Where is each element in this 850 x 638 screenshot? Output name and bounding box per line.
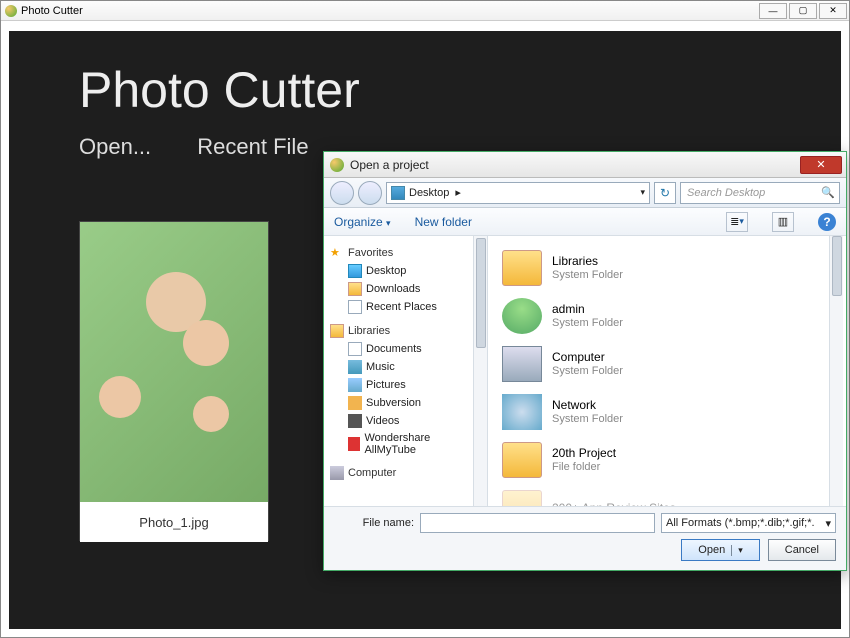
filename-label: File name: <box>334 517 414 529</box>
tree-item-desktop[interactable]: Desktop <box>326 262 471 280</box>
search-icon: 🔍 <box>821 186 835 199</box>
app-window: Photo Cutter — ▢ ✕ Photo Cutter Open... … <box>0 0 850 638</box>
app-body: Photo Cutter Open... Recent File Photo_1… <box>9 31 841 629</box>
libraries-icon <box>330 324 344 338</box>
nav-back-button[interactable] <box>330 181 354 205</box>
tree-item-music[interactable]: Music <box>326 358 471 376</box>
computer-large-icon <box>502 346 542 382</box>
app-icon <box>5 5 17 17</box>
tree-item-videos[interactable]: Videos <box>326 412 471 430</box>
videos-icon <box>348 414 362 428</box>
libraries-large-icon <box>502 250 542 286</box>
music-icon <box>348 360 362 374</box>
computer-section: Computer <box>326 466 471 480</box>
folder-large-icon <box>502 490 542 506</box>
filename-input[interactable] <box>420 513 655 533</box>
tree-item-downloads[interactable]: Downloads <box>326 280 471 298</box>
network-large-icon <box>502 394 542 430</box>
hero-title: Photo Cutter <box>79 61 841 119</box>
dialog-titlebar: Open a project ✕ <box>324 152 846 178</box>
folder-tree: ★Favorites Desktop Downloads Recent Plac… <box>324 236 474 506</box>
tree-item-documents[interactable]: Documents <box>326 340 471 358</box>
help-button[interactable]: ? <box>818 213 836 231</box>
recent-thumb[interactable]: Photo_1.jpg <box>79 221 269 541</box>
nav-forward-button[interactable] <box>358 181 382 205</box>
chevron-down-icon: ▾ <box>825 517 831 530</box>
dialog-toolbar: Organize ▾ New folder ≣ ▾ ▥ ? <box>324 208 846 236</box>
dialog-title: Open a project <box>350 158 429 172</box>
file-item-computer[interactable]: ComputerSystem Folder <box>496 340 838 388</box>
libraries-section: Libraries Documents Music Pictures Subve… <box>326 324 471 458</box>
computer-icon <box>330 466 344 480</box>
user-large-icon <box>502 298 542 334</box>
folder-icon <box>348 282 362 296</box>
computer-header[interactable]: Computer <box>330 466 471 480</box>
window-title: Photo Cutter <box>21 5 83 17</box>
thumb-image <box>80 222 268 502</box>
minimize-button[interactable]: — <box>759 3 787 19</box>
refresh-button[interactable]: ↻ <box>654 182 676 204</box>
preview-pane-button[interactable]: ▥ <box>772 212 794 232</box>
file-format-dropdown[interactable]: All Formats (*.bmp;*.dib;*.gif;*.▾ <box>661 513 836 533</box>
path-label: Desktop <box>409 187 449 199</box>
file-item-cutoff[interactable]: 200+ App Review Sites <box>496 484 838 506</box>
subversion-icon <box>348 396 362 410</box>
app-icon-small <box>348 437 360 451</box>
tree-item-pictures[interactable]: Pictures <box>326 376 471 394</box>
file-list-scrollbar[interactable] <box>829 236 843 506</box>
dialog-body: ★Favorites Desktop Downloads Recent Plac… <box>324 236 846 506</box>
path-dropdown-icon[interactable]: ▾ <box>640 187 645 198</box>
folder-large-icon <box>502 442 542 478</box>
star-icon: ★ <box>330 246 344 260</box>
file-list: LibrariesSystem Folder adminSystem Folde… <box>488 236 846 506</box>
titlebar: Photo Cutter — ▢ ✕ <box>1 1 849 21</box>
libraries-header[interactable]: Libraries <box>330 324 471 338</box>
path-breadcrumb[interactable]: Desktop ▸ ▾ <box>386 182 650 204</box>
desktop-icon <box>348 264 362 278</box>
file-item-libraries[interactable]: LibrariesSystem Folder <box>496 244 838 292</box>
tree-item-wondershare[interactable]: Wondershare AllMyTube <box>326 430 471 458</box>
file-item-network[interactable]: NetworkSystem Folder <box>496 388 838 436</box>
open-file-dialog: Open a project ✕ Desktop ▸ ▾ ↻ Search De… <box>323 151 847 571</box>
dialog-close-button[interactable]: ✕ <box>800 156 842 174</box>
tree-item-subversion[interactable]: Subversion <box>326 394 471 412</box>
desktop-icon <box>391 186 405 200</box>
recent-action[interactable]: Recent File <box>197 134 308 159</box>
tree-item-recent-places[interactable]: Recent Places <box>326 298 471 316</box>
thumb-filename: Photo_1.jpg <box>80 502 268 542</box>
file-item-20th-project[interactable]: 20th ProjectFile folder <box>496 436 838 484</box>
dialog-nav: Desktop ▸ ▾ ↻ Search Desktop 🔍 <box>324 178 846 208</box>
open-split-icon[interactable]: ▾ <box>731 545 743 556</box>
chevron-right-icon: ▸ <box>455 186 461 199</box>
view-mode-button[interactable]: ≣ ▾ <box>726 212 748 232</box>
search-placeholder-text: Search Desktop <box>687 187 765 199</box>
file-item-admin[interactable]: adminSystem Folder <box>496 292 838 340</box>
close-button[interactable]: ✕ <box>819 3 847 19</box>
favorites-header[interactable]: ★Favorites <box>330 246 471 260</box>
cancel-button[interactable]: Cancel <box>768 539 836 561</box>
new-folder-button[interactable]: New folder <box>415 215 472 229</box>
dialog-footer: File name: All Formats (*.bmp;*.dib;*.gi… <box>324 506 846 570</box>
documents-icon <box>348 342 362 356</box>
dialog-app-icon <box>330 158 344 172</box>
open-button[interactable]: Open▾ <box>681 539 759 561</box>
tree-scrollbar[interactable] <box>474 236 488 506</box>
organize-menu[interactable]: Organize ▾ <box>334 215 391 229</box>
recent-places-icon <box>348 300 362 314</box>
search-input[interactable]: Search Desktop 🔍 <box>680 182 840 204</box>
maximize-button[interactable]: ▢ <box>789 3 817 19</box>
favorites-section: ★Favorites Desktop Downloads Recent Plac… <box>326 246 471 316</box>
chevron-down-icon: ▾ <box>386 218 391 228</box>
pictures-icon <box>348 378 362 392</box>
open-action[interactable]: Open... <box>79 134 151 159</box>
